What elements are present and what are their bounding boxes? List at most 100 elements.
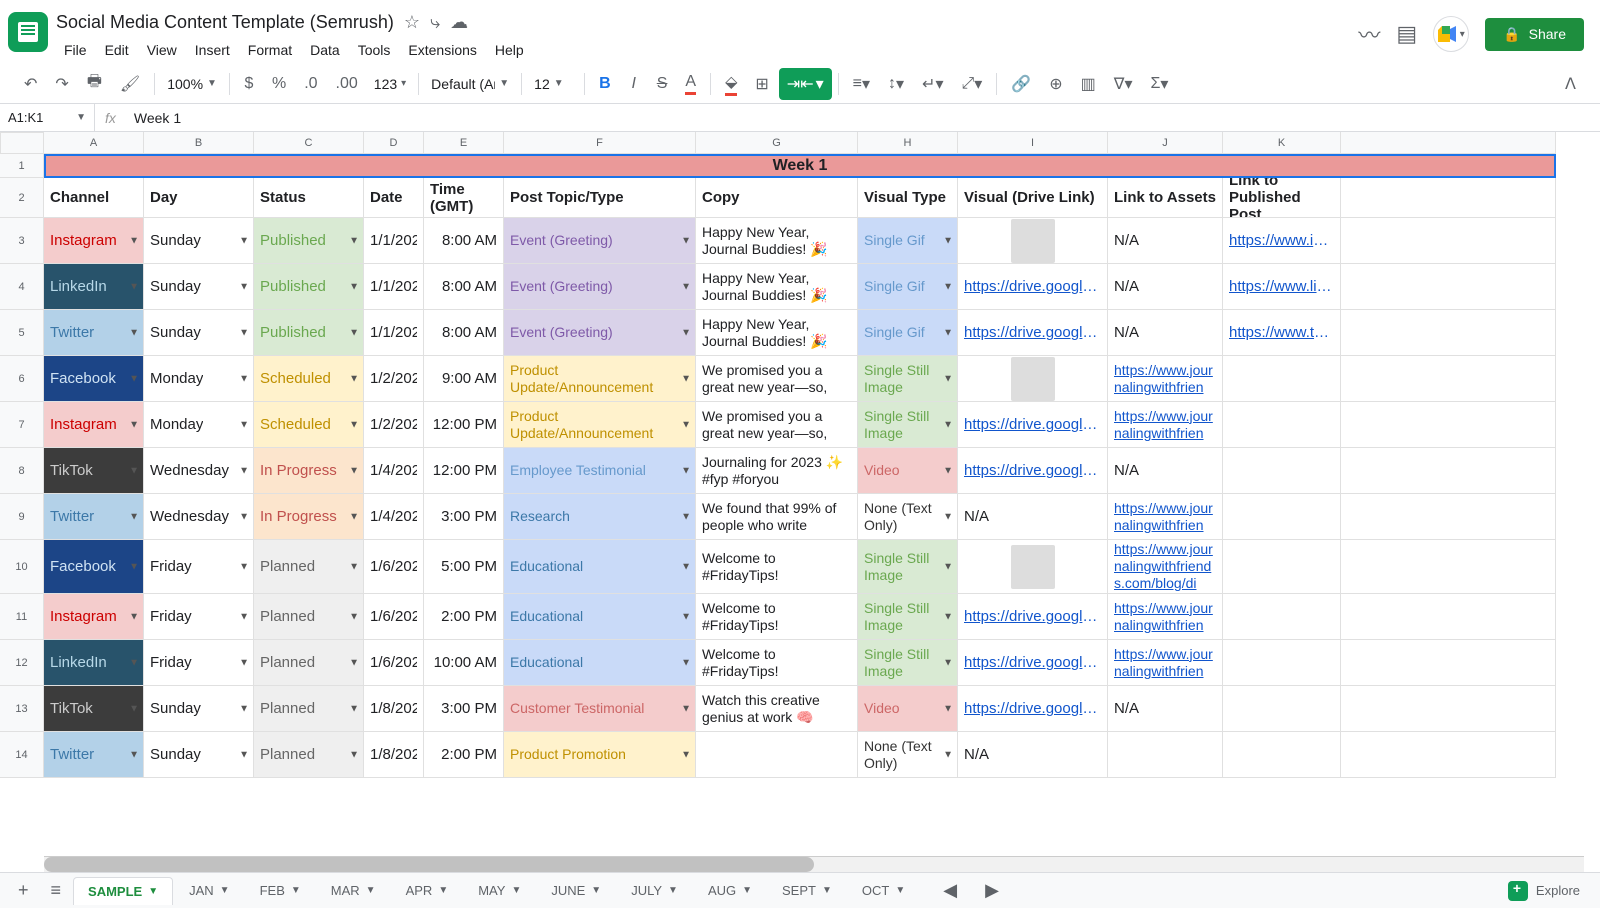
- dropdown-arrow-icon[interactable]: ▼: [129, 657, 139, 668]
- dropdown-arrow-icon[interactable]: ▼: [681, 703, 691, 714]
- drive-link[interactable]: https://drive.google.c: [964, 324, 1101, 341]
- text-color-button[interactable]: A: [677, 67, 704, 101]
- published-cell[interactable]: [1223, 402, 1341, 448]
- assets-cell[interactable]: N/A: [1108, 264, 1223, 310]
- published-cell[interactable]: [1223, 594, 1341, 640]
- fill-color-button[interactable]: ⬙: [717, 66, 745, 102]
- dropdown-arrow-icon[interactable]: ▼: [943, 465, 953, 476]
- explore-button[interactable]: Explore: [1496, 877, 1592, 905]
- day-cell[interactable]: Friday▼: [144, 594, 254, 640]
- dropdown-arrow-icon[interactable]: ▼: [943, 327, 953, 338]
- copy-cell[interactable]: Watch this creative genius at work 🧠: [696, 686, 858, 732]
- published-link[interactable]: https://www.twitter.com/linktop: [1229, 324, 1334, 341]
- visual-cell[interactable]: [958, 218, 1108, 264]
- decrease-decimal-button[interactable]: .0: [296, 69, 325, 99]
- sheet-tab-may[interactable]: MAY▼: [464, 877, 535, 905]
- menu-edit[interactable]: Edit: [97, 38, 137, 62]
- date-cell[interactable]: 1/2/2023: [364, 356, 424, 402]
- channel-cell[interactable]: Facebook▼: [44, 540, 144, 594]
- col-header-H[interactable]: H: [858, 132, 958, 154]
- row-header-9[interactable]: 9: [0, 494, 44, 540]
- status-cell[interactable]: In Progress▼: [254, 448, 364, 494]
- header-cell[interactable]: Visual (Drive Link): [958, 178, 1108, 218]
- row-header-10[interactable]: 10: [0, 540, 44, 594]
- font-select[interactable]: Default (Ari...▼: [425, 72, 515, 96]
- copy-cell[interactable]: We found that 99% of people who write: [696, 494, 858, 540]
- menu-tools[interactable]: Tools: [350, 38, 399, 62]
- day-cell[interactable]: Friday▼: [144, 640, 254, 686]
- filter-button[interactable]: ∇▾: [1106, 68, 1141, 100]
- visual-cell[interactable]: https://drive.google.c: [958, 686, 1108, 732]
- row-header-2[interactable]: 2: [0, 178, 44, 218]
- sheet-tab-oct[interactable]: OCT▼: [848, 877, 919, 905]
- published-link[interactable]: https://www.instagram.com/lin: [1229, 232, 1334, 249]
- dropdown-arrow-icon[interactable]: ▼: [681, 373, 691, 384]
- assets-link[interactable]: https://www.journalingwithfrien: [1114, 646, 1216, 680]
- dropdown-arrow-icon[interactable]: ▼: [239, 419, 249, 430]
- header-cell[interactable]: Day: [144, 178, 254, 218]
- channel-cell[interactable]: TikTok▼: [44, 448, 144, 494]
- header-cell[interactable]: Link to Published Post: [1223, 178, 1341, 218]
- topic-cell[interactable]: Product Promotion▼: [504, 732, 696, 778]
- assets-cell[interactable]: N/A: [1108, 686, 1223, 732]
- formula-input[interactable]: Week 1: [126, 110, 1600, 126]
- channel-cell[interactable]: Instagram▼: [44, 594, 144, 640]
- header-cell[interactable]: Status: [254, 178, 364, 218]
- date-cell[interactable]: 1/8/2023: [364, 686, 424, 732]
- currency-button[interactable]: $: [236, 69, 262, 99]
- status-cell[interactable]: Planned▼: [254, 732, 364, 778]
- dropdown-arrow-icon[interactable]: ▼: [681, 465, 691, 476]
- visual-cell[interactable]: https://drive.google.c: [958, 264, 1108, 310]
- header-cell[interactable]: Time(GMT): [424, 178, 504, 218]
- dropdown-arrow-icon[interactable]: ▼: [239, 327, 249, 338]
- dropdown-arrow-icon[interactable]: ▼: [349, 657, 359, 668]
- assets-cell[interactable]: https://www.journalingwithfrien: [1108, 356, 1223, 402]
- channel-cell[interactable]: Twitter▼: [44, 494, 144, 540]
- channel-cell[interactable]: Instagram▼: [44, 402, 144, 448]
- topic-cell[interactable]: Event (Greeting)▼: [504, 218, 696, 264]
- dropdown-arrow-icon[interactable]: ▼: [129, 511, 139, 522]
- date-cell[interactable]: 1/6/2023: [364, 640, 424, 686]
- date-cell[interactable]: 1/6/2023: [364, 594, 424, 640]
- dropdown-arrow-icon[interactable]: ▼: [349, 327, 359, 338]
- published-cell[interactable]: [1223, 540, 1341, 594]
- date-cell[interactable]: 1/6/2023: [364, 540, 424, 594]
- row-header-12[interactable]: 12: [0, 640, 44, 686]
- format-select[interactable]: 123▾: [368, 72, 412, 96]
- dropdown-arrow-icon[interactable]: ▼: [239, 281, 249, 292]
- status-cell[interactable]: Planned▼: [254, 594, 364, 640]
- col-header-D[interactable]: D: [364, 132, 424, 154]
- assets-cell[interactable]: N/A: [1108, 448, 1223, 494]
- dropdown-arrow-icon[interactable]: ▼: [681, 611, 691, 622]
- time-cell[interactable]: 3:00 PM: [424, 494, 504, 540]
- status-cell[interactable]: Published▼: [254, 264, 364, 310]
- header-cell[interactable]: Channel: [44, 178, 144, 218]
- row-header-7[interactable]: 7: [0, 402, 44, 448]
- topic-cell[interactable]: Customer Testimonial▼: [504, 686, 696, 732]
- published-cell[interactable]: https://www.twitter.com/linktop: [1223, 310, 1341, 356]
- date-cell[interactable]: 1/1/2023: [364, 264, 424, 310]
- link-button[interactable]: 🔗: [1003, 68, 1039, 100]
- dropdown-arrow-icon[interactable]: ▼: [349, 419, 359, 430]
- dropdown-arrow-icon[interactable]: ▼: [349, 511, 359, 522]
- h-align-button[interactable]: ≡▾: [845, 68, 878, 100]
- dropdown-arrow-icon[interactable]: ▼: [239, 373, 249, 384]
- channel-cell[interactable]: Twitter▼: [44, 732, 144, 778]
- visual-cell[interactable]: https://drive.google.c: [958, 448, 1108, 494]
- published-cell[interactable]: https://www.linkedin.com/linktc: [1223, 264, 1341, 310]
- strikethrough-button[interactable]: S: [649, 69, 676, 99]
- sheet-tab-sample[interactable]: SAMPLE▼: [73, 877, 173, 905]
- col-header-I[interactable]: I: [958, 132, 1108, 154]
- zoom-select[interactable]: 100%▼: [161, 72, 223, 96]
- day-cell[interactable]: Monday▼: [144, 402, 254, 448]
- dropdown-arrow-icon[interactable]: ▼: [943, 749, 953, 760]
- assets-cell[interactable]: https://www.journalingwithfrien: [1108, 594, 1223, 640]
- day-cell[interactable]: Sunday▼: [144, 686, 254, 732]
- dropdown-arrow-icon[interactable]: ▼: [129, 235, 139, 246]
- dropdown-arrow-icon[interactable]: ▼: [681, 327, 691, 338]
- print-button[interactable]: 🖶: [79, 64, 110, 103]
- visual-type-cell[interactable]: Single Gif▼: [858, 310, 958, 356]
- scroll-tabs-left-button[interactable]: ◀: [933, 874, 967, 907]
- visual-type-cell[interactable]: Single Still Image▼: [858, 640, 958, 686]
- day-cell[interactable]: Sunday▼: [144, 310, 254, 356]
